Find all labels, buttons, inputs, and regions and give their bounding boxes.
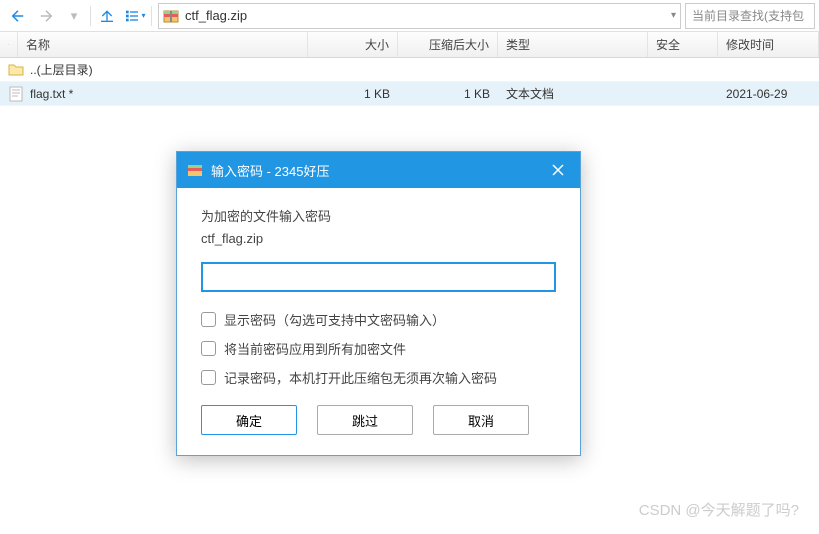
file-name: flag.txt * <box>30 87 73 101</box>
password-dialog: 输入密码 - 2345好压 为加密的文件输入密码 ctf_flag.zip 显示… <box>176 151 581 456</box>
remember-password-checkbox[interactable]: 记录密码，本机打开此压缩包无须再次输入密码 <box>201 368 556 387</box>
password-input[interactable] <box>201 262 556 292</box>
sort-indicator[interactable] <box>0 32 18 57</box>
show-password-checkbox[interactable]: 显示密码（勾选可支持中文密码输入） <box>201 310 556 329</box>
folder-icon <box>8 62 24 78</box>
table-row[interactable]: flag.txt * 1 KB 1 KB 文本文档 2021-06-29 <box>0 82 819 106</box>
search-input[interactable]: 当前目录查找(支持包 <box>685 3 815 29</box>
watermark: CSDN @今天解题了吗? <box>639 499 799 520</box>
column-size[interactable]: 大小 <box>308 32 398 57</box>
ok-button[interactable]: 确定 <box>201 405 297 435</box>
text-file-icon <box>8 86 24 102</box>
cancel-button[interactable]: 取消 <box>433 405 529 435</box>
dropdown-history-button[interactable]: ▾ <box>60 2 88 30</box>
column-type[interactable]: 类型 <box>498 32 648 57</box>
apply-all-checkbox[interactable]: 将当前密码应用到所有加密文件 <box>201 339 556 358</box>
column-safe[interactable]: 安全 <box>648 32 718 57</box>
toolbar: ▾ ▾ ctf_flag.zip ▾ 当前目录查找(支持包 <box>0 0 819 32</box>
checkbox-icon <box>201 370 216 385</box>
file-name: ..(上层目录) <box>30 61 93 78</box>
path-dropdown-icon[interactable]: ▾ <box>671 10 676 21</box>
dialog-title: 输入密码 - 2345好压 <box>211 161 546 180</box>
table-row[interactable]: ..(上层目录) <box>0 58 819 82</box>
archive-icon <box>163 8 179 24</box>
dialog-titlebar[interactable]: 输入密码 - 2345好压 <box>177 152 580 188</box>
view-list-button[interactable]: ▾ <box>121 2 149 30</box>
dialog-message: 为加密的文件输入密码 <box>201 206 556 225</box>
checkbox-icon <box>201 312 216 327</box>
column-name[interactable]: 名称 <box>18 32 308 57</box>
grid-header: 名称 大小 压缩后大小 类型 安全 修改时间 <box>0 32 819 58</box>
dialog-filename: ctf_flag.zip <box>201 231 556 246</box>
path-text: ctf_flag.zip <box>185 8 247 23</box>
column-compressed-size[interactable]: 压缩后大小 <box>398 32 498 57</box>
skip-button[interactable]: 跳过 <box>317 405 413 435</box>
checkbox-icon <box>201 341 216 356</box>
column-time[interactable]: 修改时间 <box>718 32 819 57</box>
back-button[interactable] <box>4 2 32 30</box>
forward-button[interactable] <box>32 2 60 30</box>
archive-icon <box>187 162 203 178</box>
close-button[interactable] <box>546 158 570 182</box>
path-box[interactable]: ctf_flag.zip ▾ <box>158 3 681 29</box>
up-button[interactable] <box>93 2 121 30</box>
